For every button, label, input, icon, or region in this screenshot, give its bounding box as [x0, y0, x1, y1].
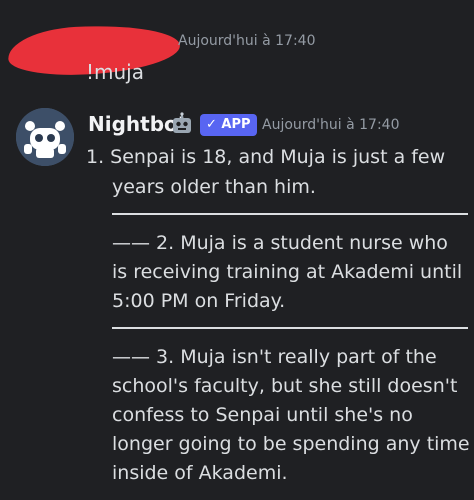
message-line: 1. Senpai is 18, and Muja is just a few — [86, 146, 446, 168]
message-line: —— 3. Muja isn't really part of the — [112, 346, 437, 368]
app-badge: ✓ APP — [200, 114, 257, 136]
nightbot-avatar-icon — [16, 108, 74, 166]
chat-view: Aujourd'hui à 17:40 !muja Nightbot ✓ APP… — [0, 0, 474, 500]
message-line: —— 2. Muja is a student nurse who — [112, 232, 448, 254]
message-line: confess to Senpai until she's no — [112, 404, 413, 426]
message-text: !muja — [86, 60, 144, 84]
divider-line — [112, 327, 468, 329]
message-line: is receiving training at Akademi until — [112, 261, 463, 283]
message-line: inside of Akademi. — [112, 462, 288, 484]
message-line: years older than him. — [112, 176, 316, 198]
divider-line — [112, 213, 468, 215]
robot-icon — [173, 112, 191, 133]
message-timestamp: Aujourd'hui à 17:40 — [178, 33, 316, 49]
message-line: 5:00 PM on Friday. — [112, 290, 286, 312]
message-timestamp: Aujourd'hui à 17:40 — [262, 117, 400, 133]
bot-avatar[interactable] — [16, 108, 74, 166]
user-message[interactable]: Aujourd'hui à 17:40 !muja — [0, 0, 474, 100]
message-line: school's faculty, but she still doesn't — [112, 375, 458, 397]
message-line: longer going to be spending any time — [112, 433, 470, 455]
